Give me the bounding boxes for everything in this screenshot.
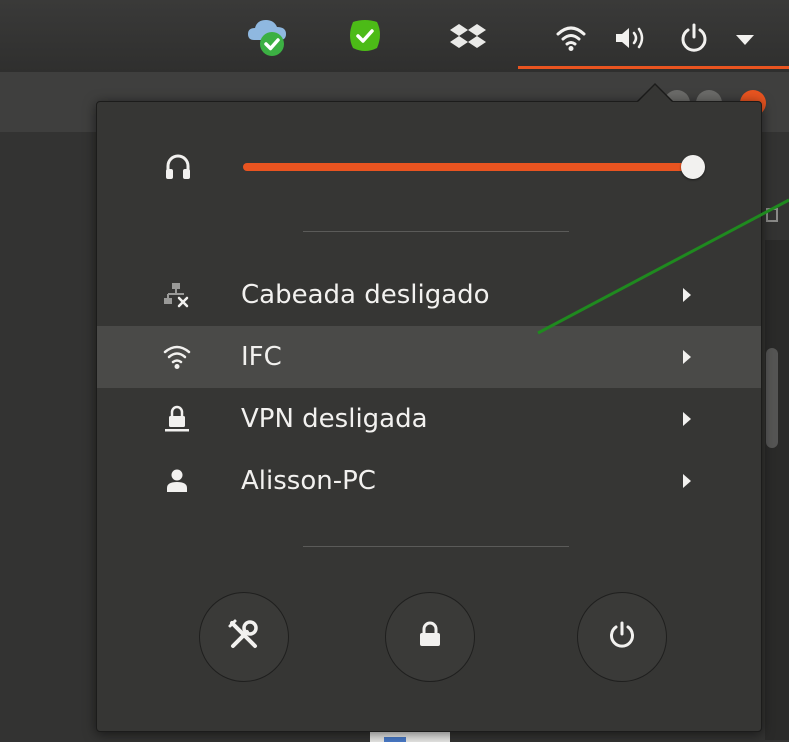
headphones-icon [163,152,193,182]
user-icon [163,467,191,495]
power-icon[interactable] [678,22,710,54]
cloud-sync-icon[interactable] [244,12,292,60]
menu-separator [303,231,569,232]
menu-item-vpn[interactable]: VPN desligada [97,388,761,450]
menu-item-user[interactable]: Alisson-PC [97,450,761,512]
background-checkbox [766,208,778,222]
menu-item-wired[interactable]: Cabeada desligado [97,264,761,326]
dropbox-icon[interactable] [450,22,486,54]
menu-pointer-fill [638,85,672,102]
power-icon [607,620,637,654]
wifi-icon[interactable] [556,24,586,52]
power-off-button[interactable] [577,592,667,682]
settings-button[interactable] [199,592,289,682]
system-menu: Cabeada desligado IFC VPN desligada Alis… [96,101,762,732]
background-pane [765,240,789,740]
background-scrollbar[interactable] [766,348,778,448]
menu-item-label: Cabeada desligado [241,280,490,310]
volume-slider[interactable] [243,155,705,179]
menu-separator [303,546,569,547]
volume-slider-handle[interactable] [681,155,705,179]
submenu-arrow-icon [683,288,691,302]
speaker-icon[interactable] [614,24,652,52]
vpn-lock-icon [163,405,191,433]
menu-item-label: Alisson-PC [241,466,376,496]
volume-row [97,142,761,192]
volume-slider-fill [243,163,693,171]
wifi-icon [163,343,191,371]
menu-item-label: IFC [241,342,282,372]
submenu-arrow-icon [683,474,691,488]
settings-tools-icon [227,618,261,656]
menu-item-label: VPN desligada [241,404,428,434]
lock-icon [417,621,443,653]
submenu-arrow-icon [683,412,691,426]
green-check-icon[interactable] [345,16,385,56]
menu-item-wifi[interactable]: IFC [97,326,761,388]
desktop-screen: Cabeada desligado IFC VPN desligada Alis… [0,0,789,742]
submenu-arrow-icon [683,350,691,364]
wired-network-disconnected-icon [163,281,191,309]
background-panel-highlight [384,737,406,742]
top-panel [0,0,789,72]
lock-button[interactable] [385,592,475,682]
active-indicator-underline [518,66,789,69]
dropdown-arrow-icon[interactable] [734,34,756,46]
